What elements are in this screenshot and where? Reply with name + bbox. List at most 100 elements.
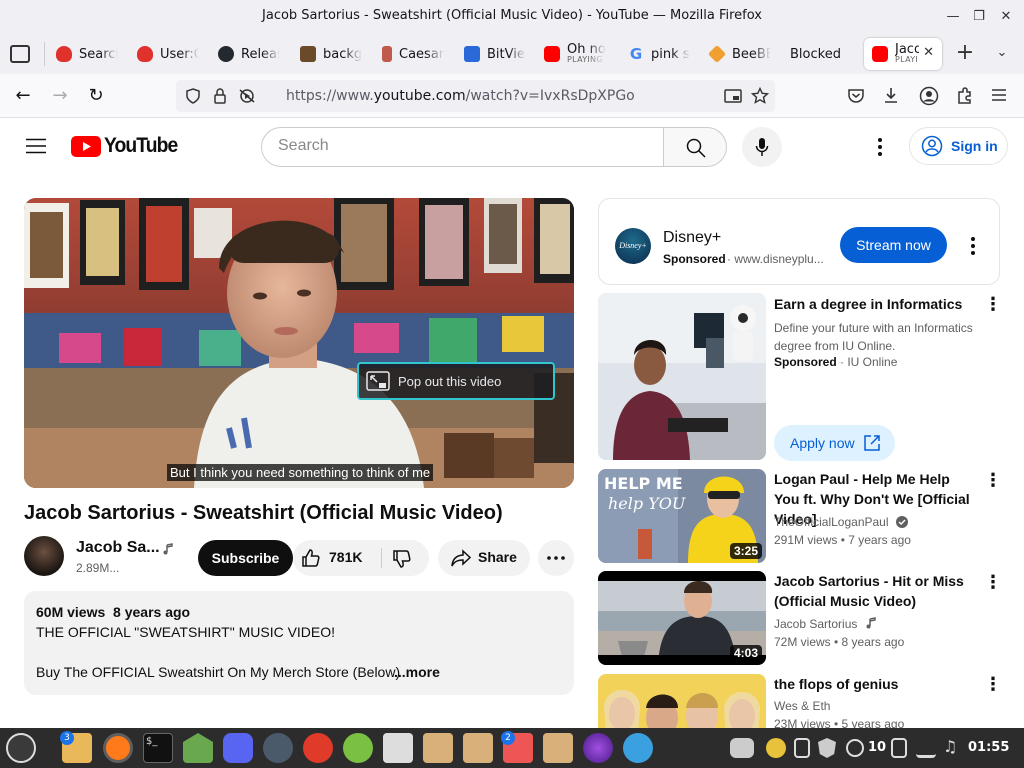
purple-app-taskbar-icon[interactable]	[583, 733, 613, 763]
folder-taskbar-icon-2[interactable]	[463, 733, 493, 763]
update-manager-taskbar-icon[interactable]	[183, 733, 213, 763]
game-badge: 2	[501, 731, 515, 745]
video-player[interactable]: Pop out this video But I think you need …	[24, 198, 574, 488]
tab-overview-icon[interactable]	[10, 45, 30, 63]
bee-tray-icon[interactable]	[766, 738, 786, 758]
list-all-tabs-icon[interactable]: ⌄	[993, 44, 1011, 62]
firefox-taskbar-icon[interactable]	[103, 733, 133, 763]
settings-kebab-icon[interactable]	[876, 137, 884, 157]
recommended-menu-icon-3[interactable]: ⋮	[984, 676, 1002, 694]
tab-oh-no[interactable]: Oh no PLAYING	[540, 38, 606, 70]
game-taskbar-icon[interactable]: 2	[501, 731, 533, 763]
more-actions-button[interactable]	[538, 540, 574, 576]
recommended-thumbnail-3[interactable]	[598, 674, 766, 728]
settings-taskbar-icon[interactable]	[383, 733, 413, 763]
iu-ad-title[interactable]: Earn a degree in Informatics	[774, 294, 974, 314]
tab-background[interactable]: backgr	[296, 38, 362, 70]
like-button[interactable]: 781K	[293, 540, 381, 576]
clipboard-tray-icon[interactable]	[794, 738, 810, 758]
bookmark-star-icon[interactable]	[751, 87, 769, 105]
search-button[interactable]	[663, 127, 727, 167]
tab-pink[interactable]: G pink sl	[624, 38, 690, 70]
search-input[interactable]	[278, 137, 648, 155]
recommended-channel-2[interactable]: Jacob Sartorius	[774, 617, 877, 631]
lock-icon[interactable]	[213, 88, 227, 104]
tab-blocked[interactable]: Blocked	[786, 38, 852, 70]
globe-taskbar-icon[interactable]	[623, 733, 653, 763]
minimize-button[interactable]: —	[944, 8, 962, 26]
youtube-play-logo-icon	[71, 135, 101, 157]
iu-ad-thumbnail[interactable]	[598, 293, 766, 460]
search-box[interactable]	[261, 127, 664, 167]
dislike-button[interactable]	[382, 540, 429, 576]
hamburger-menu-icon[interactable]	[991, 88, 1007, 102]
recommended-channel-1[interactable]: TheOfficialLoganPaul	[774, 515, 908, 529]
back-button[interactable]: ←	[11, 84, 35, 108]
account-icon[interactable]	[919, 86, 939, 106]
description-box[interactable]: 60M views 8 years ago THE OFFICIAL "SWEA…	[24, 591, 574, 695]
channel-avatar[interactable]	[24, 536, 64, 576]
discord-tray-icon[interactable]	[730, 738, 754, 758]
forward-button[interactable]: →	[48, 84, 72, 108]
tab-search[interactable]: Search	[52, 38, 118, 70]
document-tray-icon[interactable]	[891, 738, 907, 758]
shield-tray-icon[interactable]	[818, 738, 836, 758]
tab-user[interactable]: User:C	[133, 38, 199, 70]
discord-taskbar-icon[interactable]	[223, 733, 253, 763]
share-button[interactable]: Share	[438, 540, 530, 576]
recommended-thumbnail-2[interactable]: 4:03	[598, 571, 766, 665]
recommended-menu-icon-1[interactable]: ⋮	[984, 472, 1002, 490]
subscribe-button[interactable]: Subscribe	[198, 540, 293, 576]
tab-caesar[interactable]: Caesar	[378, 38, 444, 70]
extensions-icon[interactable]	[955, 86, 975, 106]
pop-out-video-button[interactable]: Pop out this video	[357, 362, 555, 400]
start-menu-icon[interactable]	[6, 733, 36, 763]
description-stats: 60M views 8 years ago	[36, 604, 191, 620]
recommended-title-3[interactable]: the flops of genius	[774, 674, 974, 694]
recommended-thumbnail-1[interactable]: HELP ME help YOU 3:25	[598, 469, 766, 563]
reload-button[interactable]: ↻	[84, 84, 108, 108]
tab-releases[interactable]: Releas	[214, 38, 280, 70]
clock[interactable]: 01:55	[968, 740, 1009, 755]
pocket-icon[interactable]	[847, 88, 865, 104]
picture-in-picture-icon[interactable]	[724, 88, 742, 104]
tab-beebe[interactable]: BeeBE	[705, 38, 771, 70]
close-tab-icon[interactable]: ✕	[923, 45, 934, 60]
youtube-logo[interactable]: YouTube	[71, 133, 184, 159]
terminal-taskbar-icon[interactable]: $_	[143, 733, 173, 763]
tab-jacob-active[interactable]: Jaco PLAYI ✕	[864, 38, 942, 70]
recommended-channel-3[interactable]: Wes & Eth	[774, 699, 830, 713]
mario-taskbar-icon[interactable]	[303, 733, 333, 763]
url-bar[interactable]: https://www.youtube.com/watch?v=IvxRsDpX…	[176, 80, 775, 112]
folder-taskbar-icon[interactable]	[423, 733, 453, 763]
apply-now-button[interactable]: Apply now	[774, 425, 895, 461]
archive-taskbar-icon[interactable]	[543, 733, 573, 763]
music-tray-icon[interactable]: ♫	[943, 737, 957, 756]
channel-name[interactable]: Jacob Sa...	[76, 539, 160, 557]
disney-ad-menu-icon[interactable]	[969, 236, 977, 256]
new-tab-button[interactable]: +	[954, 42, 976, 64]
guide-menu-icon[interactable]	[26, 138, 46, 154]
cloud-taskbar-icon[interactable]	[263, 733, 293, 763]
voice-search-button[interactable]	[742, 127, 782, 167]
recommended-menu-icon-2[interactable]: ⋮	[984, 574, 1002, 592]
notifications-tray-icon[interactable]	[846, 739, 864, 757]
video-duration: 4:03	[729, 645, 762, 661]
calculator-taskbar-icon[interactable]	[343, 733, 373, 763]
sign-in-button[interactable]: Sign in	[909, 127, 1008, 165]
stream-now-button[interactable]: Stream now	[840, 227, 947, 263]
maximize-button[interactable]: ❐	[970, 8, 988, 26]
downloads-icon[interactable]	[883, 87, 899, 105]
disney-ad-card[interactable]: Disney+ Disney+ Sponsored · www.disneypl…	[598, 198, 1000, 285]
description-more-link[interactable]: ...more	[394, 664, 440, 680]
files-taskbar-icon[interactable]: 3	[60, 731, 92, 763]
thumbs-up-icon	[302, 549, 320, 567]
recommended-title-2[interactable]: Jacob Sartorius - Hit or Miss (Official …	[774, 571, 974, 611]
tab-bitview[interactable]: BitVie	[460, 38, 526, 70]
close-window-button[interactable]: ✕	[997, 8, 1015, 26]
tracking-protection-shield-icon[interactable]	[185, 88, 201, 104]
network-tray-icon[interactable]	[916, 738, 936, 758]
autoplay-blocked-icon[interactable]	[238, 88, 256, 104]
iu-ad-menu-icon[interactable]: ⋮	[984, 296, 1002, 314]
bitview-tab-icon	[464, 46, 480, 62]
